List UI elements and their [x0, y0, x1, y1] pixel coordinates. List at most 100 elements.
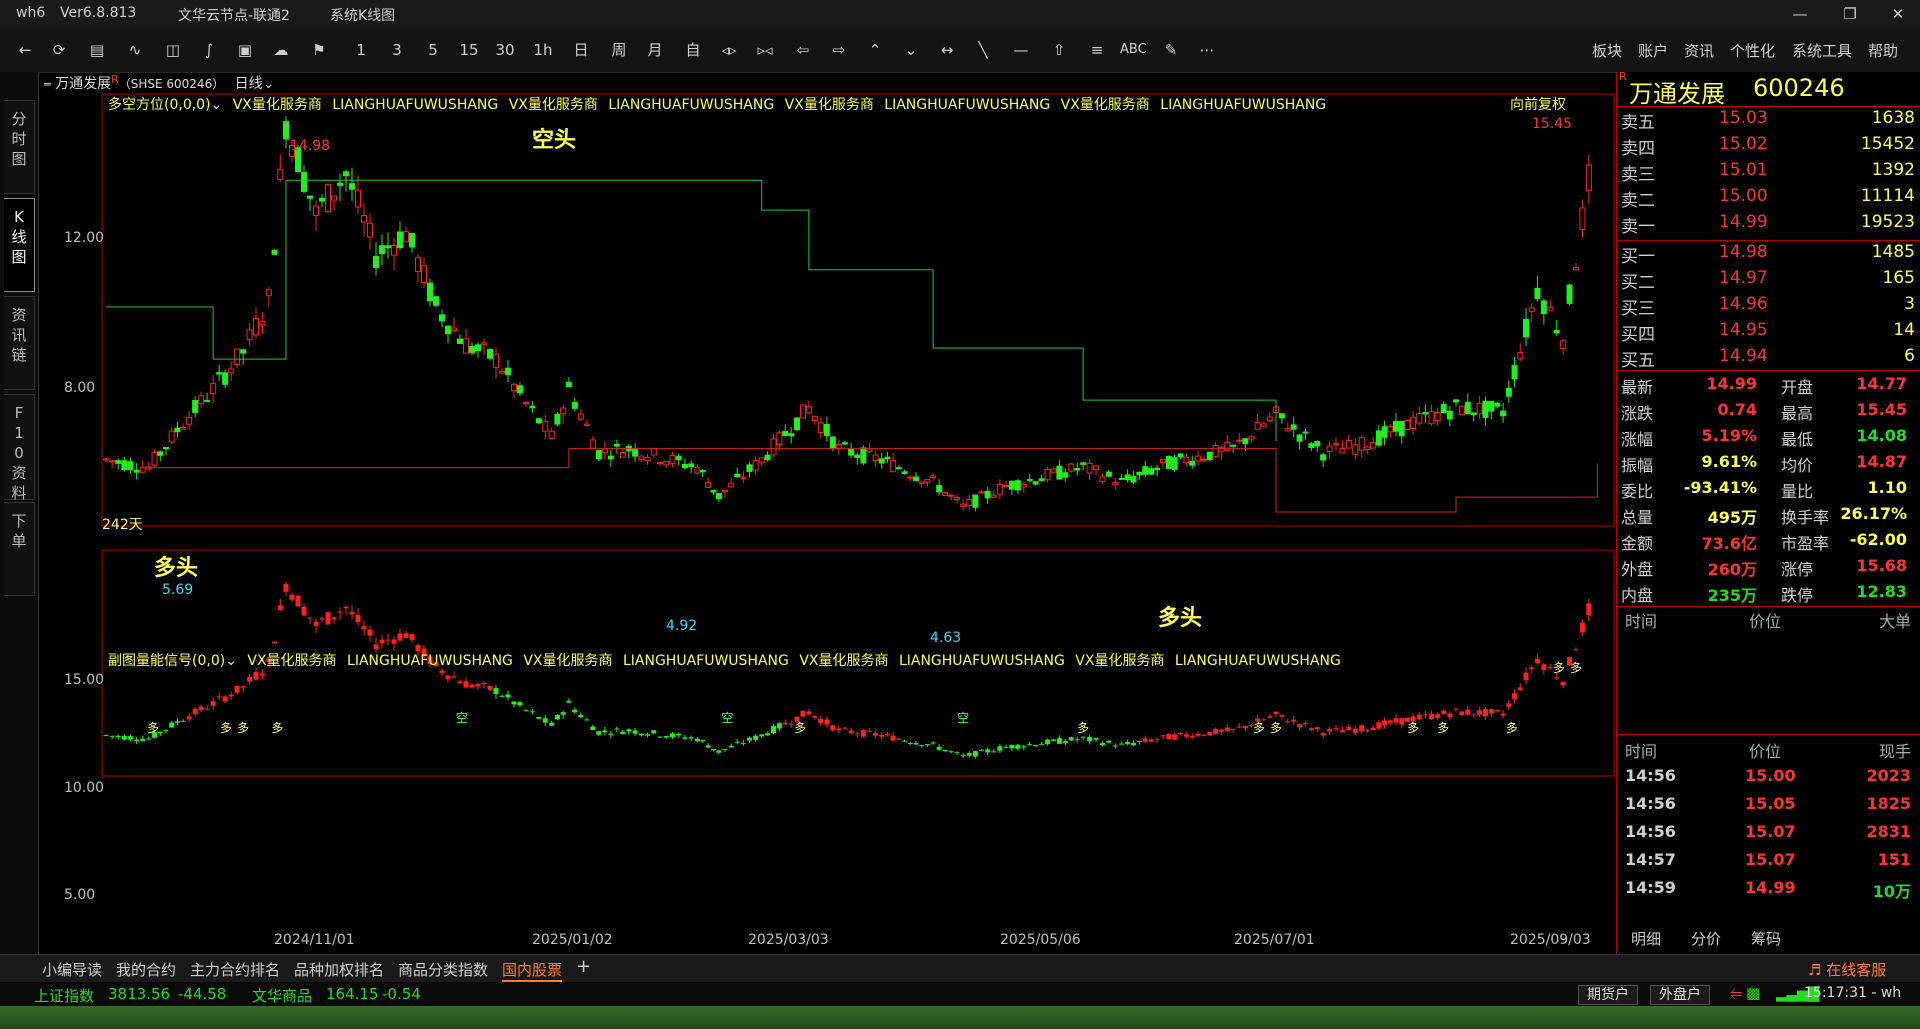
- server-node[interactable]: 文华云节点-联通2: [178, 5, 290, 25]
- tab-detail[interactable]: 明细: [1631, 928, 1661, 949]
- period-day[interactable]: 日: [570, 38, 592, 62]
- menu-personalize[interactable]: 个性化: [1730, 40, 1775, 61]
- cloud-sync-icon[interactable]: ☁: [270, 38, 292, 62]
- tab-kline[interactable]: K线图: [4, 198, 35, 292]
- headset-icon: ♬: [1808, 961, 1822, 979]
- candle-body: [222, 372, 229, 385]
- candle-body: [103, 458, 109, 461]
- tick-row[interactable]: 14:57 15.07 151: [1617, 850, 1917, 876]
- close-icon[interactable]: ✕: [1878, 2, 1918, 26]
- minimize-icon[interactable]: —: [1780, 2, 1820, 26]
- sub-candle-body: [1166, 733, 1172, 740]
- bid-row[interactable]: 买三 14.96 3: [1621, 294, 1917, 320]
- screen-icon[interactable]: ▣: [234, 38, 256, 62]
- menu-sector[interactable]: 板块: [1592, 40, 1622, 61]
- ask-row[interactable]: 卖一 14.99 19523: [1621, 212, 1917, 238]
- ask-row[interactable]: 卖四 15.02 15452: [1621, 134, 1917, 160]
- text-tool[interactable]: ABC: [1120, 38, 1147, 62]
- candle-body: [1278, 413, 1285, 419]
- main-indicator-name[interactable]: 多空方位(0,0,0): [108, 97, 211, 113]
- candle-body: [1352, 444, 1359, 455]
- chart-area[interactable]: ═ 万通发展R（SHSE 600246） 日线⌄ 多多多多空空多空多多多多多多多…: [38, 72, 1616, 954]
- tab-commodity-index[interactable]: 商品分类指数: [398, 959, 488, 980]
- bid-row[interactable]: 买一 14.98 1485: [1621, 242, 1917, 268]
- zoom-in-icon[interactable]: ▹◃: [754, 38, 776, 62]
- candle-icon[interactable]: ◫: [162, 38, 184, 62]
- period-1[interactable]: 1: [350, 38, 372, 62]
- x-tick: 2025/01/02: [532, 932, 613, 948]
- down-double-icon[interactable]: ⌄: [900, 38, 922, 62]
- refresh-icon[interactable]: ⟳: [48, 38, 70, 62]
- zoom-out-icon[interactable]: ◃▹: [718, 38, 740, 62]
- sub-candle-body: [771, 726, 776, 734]
- eraser-icon[interactable]: ✎: [1160, 38, 1182, 62]
- period-week[interactable]: 周: [608, 38, 630, 62]
- terminal-icon[interactable]: ▩: [1746, 984, 1760, 1002]
- scroll-left-icon[interactable]: ⇦: [792, 38, 814, 62]
- tick-row[interactable]: 14:56 15.05 1825: [1617, 794, 1917, 820]
- sub-indicator-name[interactable]: 副图量能信号(0,0): [108, 653, 225, 669]
- menu-help[interactable]: 帮助: [1868, 40, 1898, 61]
- timeshare-icon[interactable]: ∿: [124, 38, 146, 62]
- tick-row[interactable]: 14:56 15.07 2831: [1617, 822, 1917, 848]
- customer-service[interactable]: ♬ 在线客服: [1808, 959, 1886, 980]
- sub-candle-body: [109, 735, 115, 737]
- futures-account-button[interactable]: 期货户: [1578, 985, 1638, 1005]
- period-custom[interactable]: 自: [682, 38, 704, 62]
- scroll-right-icon[interactable]: ⇨: [828, 38, 850, 62]
- chevron-down-icon[interactable]: ⌄: [211, 97, 223, 113]
- candle-body: [1345, 439, 1352, 449]
- period-30[interactable]: 30: [494, 38, 516, 62]
- bid-row[interactable]: 买二 14.97 165: [1621, 268, 1917, 294]
- sub-candle-body: [1314, 727, 1320, 730]
- quote-title[interactable]: R 万通发展 600246: [1617, 70, 1920, 108]
- more-icon[interactable]: ⋯: [1196, 38, 1218, 62]
- alarm-bell-icon[interactable]: ⚑: [308, 38, 330, 62]
- ask-row[interactable]: 卖二 15.00 11114: [1621, 186, 1917, 212]
- tab-f10[interactable]: F10资料: [4, 394, 35, 502]
- menu-system-tools[interactable]: 系统工具: [1792, 40, 1852, 61]
- hline-icon[interactable]: —: [1010, 38, 1032, 62]
- tab-weighted-rank[interactable]: 品种加权排名: [294, 959, 384, 980]
- adjust-mode[interactable]: 向前复权: [1510, 94, 1566, 114]
- period-1h[interactable]: 1h: [532, 38, 554, 62]
- bid-row[interactable]: 买四 14.95 14: [1621, 320, 1917, 346]
- quote-list-icon[interactable]: ▤: [86, 38, 108, 62]
- menu-account[interactable]: 账户: [1638, 40, 1668, 61]
- bid-row[interactable]: 买五 14.94 6: [1621, 346, 1917, 372]
- tab-price-dist[interactable]: 分价: [1691, 928, 1721, 949]
- restore-icon[interactable]: ❐: [1830, 2, 1870, 26]
- period-5[interactable]: 5: [422, 38, 444, 62]
- tab-timeshare[interactable]: 分时图: [4, 100, 35, 194]
- back-icon[interactable]: ←: [14, 38, 36, 62]
- kline-svg[interactable]: 多多多多空 空多空多多多多多多多多: [38, 72, 1616, 954]
- period-3[interactable]: 3: [386, 38, 408, 62]
- ask-row[interactable]: 卖五 15.03 1638: [1621, 108, 1917, 134]
- up-double-icon[interactable]: ⌃: [864, 38, 886, 62]
- tab-news-chain[interactable]: 资讯链: [4, 296, 35, 390]
- foreign-account-button[interactable]: 外盘户: [1650, 985, 1710, 1005]
- tab-chips[interactable]: 筹码: [1751, 928, 1781, 949]
- tick-row[interactable]: 14:56 15.00 2023: [1617, 766, 1917, 792]
- tab-main-contract-rank[interactable]: 主力合约排名: [190, 959, 280, 980]
- tick-row[interactable]: 14:59 14.99 10万: [1617, 878, 1917, 904]
- period-15[interactable]: 15: [458, 38, 480, 62]
- col-price: 价位: [1749, 612, 1782, 631]
- sub-candle-body: [1267, 716, 1273, 718]
- fib-icon[interactable]: ≡: [1086, 38, 1108, 62]
- formula-icon[interactable]: ∫: [198, 38, 220, 62]
- ask-row[interactable]: 卖三 15.01 1392: [1621, 160, 1917, 186]
- tab-order[interactable]: 下单: [4, 502, 35, 596]
- chevron-down-icon[interactable]: ⌄: [225, 653, 237, 669]
- arrow-up-icon[interactable]: ⇧: [1048, 38, 1070, 62]
- tab-domestic-stocks[interactable]: 国内股票: [502, 959, 563, 982]
- crosshair-icon[interactable]: ↔: [936, 38, 958, 62]
- period-month[interactable]: 月: [644, 38, 666, 62]
- menu-news[interactable]: 资讯: [1684, 40, 1714, 61]
- tab-my-contracts[interactable]: 我的合约: [116, 959, 176, 980]
- candle-body: [216, 372, 223, 375]
- tab-editor-guide[interactable]: 小编导读: [42, 959, 102, 980]
- draw-line-icon[interactable]: ╲: [972, 38, 994, 62]
- add-tab-icon[interactable]: +: [576, 956, 591, 977]
- sub-candle-body: [716, 750, 722, 753]
